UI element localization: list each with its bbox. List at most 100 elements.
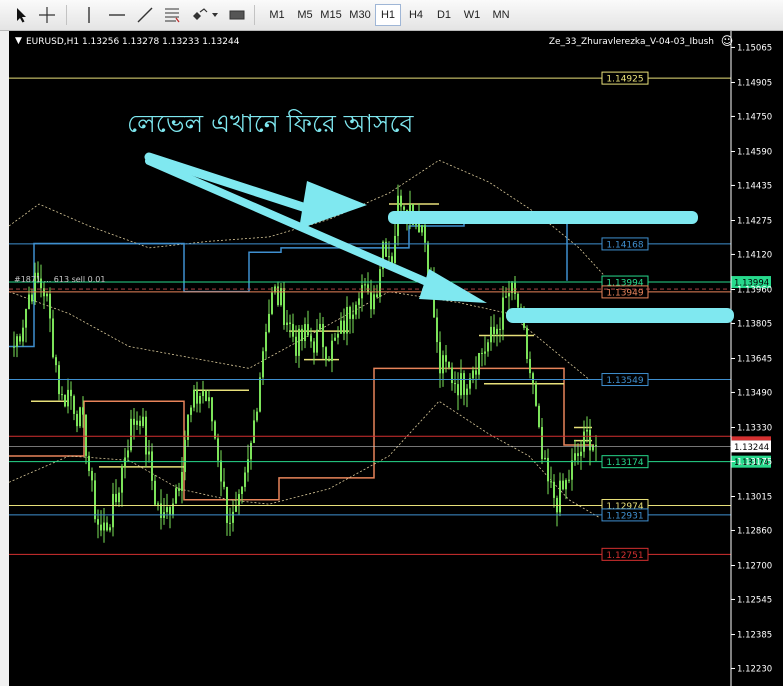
timeframe-mn[interactable]: MN: [488, 4, 514, 26]
candle-body: [466, 388, 468, 395]
candle-body: [595, 444, 597, 447]
candle-body: [94, 480, 96, 520]
candle-body: [508, 293, 510, 297]
level-label: 1.13174: [606, 458, 643, 468]
price-chart[interactable]: 1.149251.141681.139941.139491.135491.131…: [9, 31, 783, 686]
candle-body: [295, 336, 297, 356]
candle-body: [340, 320, 342, 334]
trendline-icon: [137, 7, 153, 23]
candle-body: [61, 394, 63, 396]
candle-body: [391, 256, 393, 264]
candle-body: [145, 416, 147, 455]
fibonacci-tool-button[interactable]: [161, 4, 183, 26]
timeframe-m5[interactable]: M5: [292, 4, 318, 26]
shapes-dropdown-icon: [193, 8, 218, 20]
fibonacci-icon: [165, 8, 180, 23]
candle-body: [28, 294, 30, 310]
candle-body: [121, 466, 123, 493]
candle-body: [322, 323, 324, 348]
chart-window[interactable]: 1.14925 1.14168 1.13994 1.13949 1.13549 1.131…: [9, 31, 783, 686]
price-tick-label: 1.12385: [737, 631, 772, 641]
candle-body: [577, 453, 579, 456]
candle-body: [133, 418, 135, 425]
annotation-text: লেভেল এখানে ফিরে আসবে: [127, 109, 415, 138]
candle-body: [592, 444, 594, 451]
timeframe-m1[interactable]: M1: [264, 4, 290, 26]
candle-body: [91, 471, 93, 481]
level-label: 1.13949: [606, 288, 643, 298]
shapes-tool-button[interactable]: [190, 4, 220, 26]
candle-body: [226, 486, 228, 523]
price-tick-label: 1.14590: [737, 147, 772, 157]
candle-body: [328, 360, 330, 362]
candle-body: [280, 288, 282, 306]
candle-body: [379, 269, 381, 297]
trendline-tool-button[interactable]: [134, 4, 156, 26]
candle-body: [502, 297, 504, 330]
candle-body: [55, 357, 57, 366]
candle-body: [154, 480, 156, 505]
current-price-label: 1.13244: [734, 443, 769, 453]
candle-body: [475, 370, 477, 375]
candle-body: [211, 397, 213, 422]
rectangle-tool-button[interactable]: [226, 4, 248, 26]
candle-body: [355, 304, 357, 315]
candle-body: [115, 493, 117, 503]
candle-body: [343, 320, 345, 334]
price-tick-label: 1.13490: [737, 388, 772, 398]
candle-body: [196, 389, 198, 404]
trade-order-label: #1871 ... 613 sell 0.01: [14, 275, 105, 284]
price-tick-label: 1.13645: [737, 355, 772, 365]
candle-body: [139, 420, 141, 426]
candle-body: [112, 493, 114, 528]
candle-body: [193, 389, 195, 408]
timeframe-d1[interactable]: D1: [431, 4, 457, 26]
candle-body: [424, 225, 426, 243]
candle-body: [541, 427, 543, 460]
annotation-bar-1: [388, 211, 698, 224]
candle-body: [250, 442, 252, 460]
candle-body: [208, 397, 210, 402]
candle-body: [331, 340, 333, 361]
candle-body: [316, 329, 318, 353]
timeframe-m15[interactable]: M15: [318, 4, 344, 26]
horizontal-line-tool-button[interactable]: [106, 4, 128, 26]
candle-body: [286, 322, 288, 325]
candle-body: [70, 389, 72, 397]
candle-body: [79, 407, 81, 427]
candle-body: [313, 341, 315, 353]
symbol-dropdown-icon[interactable]: ▼: [15, 36, 22, 46]
symbol-info: EURUSD,H1 1.13256 1.13278 1.13233 1.1324…: [26, 37, 240, 47]
candle-body: [574, 453, 576, 461]
candle-body: [142, 416, 144, 426]
candle-body: [25, 309, 27, 328]
candle-body: [229, 522, 231, 524]
timeframe-w1[interactable]: W1: [459, 4, 485, 26]
candle-body: [184, 439, 186, 473]
cursor-tool-button[interactable]: [10, 4, 32, 26]
candle-body: [82, 407, 84, 415]
vertical-line-tool-button[interactable]: [78, 4, 100, 26]
candle-body: [190, 407, 192, 415]
candle-body: [487, 342, 489, 352]
candle-body: [304, 324, 306, 342]
candle-body: [394, 235, 396, 264]
candle-body: [271, 292, 273, 314]
candle-body: [478, 352, 480, 375]
candle-body: [244, 472, 246, 487]
candle-body: [202, 391, 204, 396]
price-tick-label: 1.14435: [737, 181, 772, 191]
price-tick-label: 1.12860: [737, 526, 772, 536]
candle-body: [49, 293, 51, 319]
candle-body: [169, 507, 171, 515]
candle-body: [481, 352, 483, 354]
candle-body: [529, 358, 531, 374]
price-tick-label: 1.12230: [737, 664, 772, 674]
timeframe-h1[interactable]: H1: [375, 4, 401, 26]
candle-body: [586, 429, 588, 432]
timeframe-m30[interactable]: M30: [347, 4, 373, 26]
timeframe-h4[interactable]: H4: [403, 4, 429, 26]
candle-body: [73, 396, 75, 414]
crosshair-tool-button[interactable]: [36, 4, 58, 26]
candle-body: [496, 328, 498, 334]
